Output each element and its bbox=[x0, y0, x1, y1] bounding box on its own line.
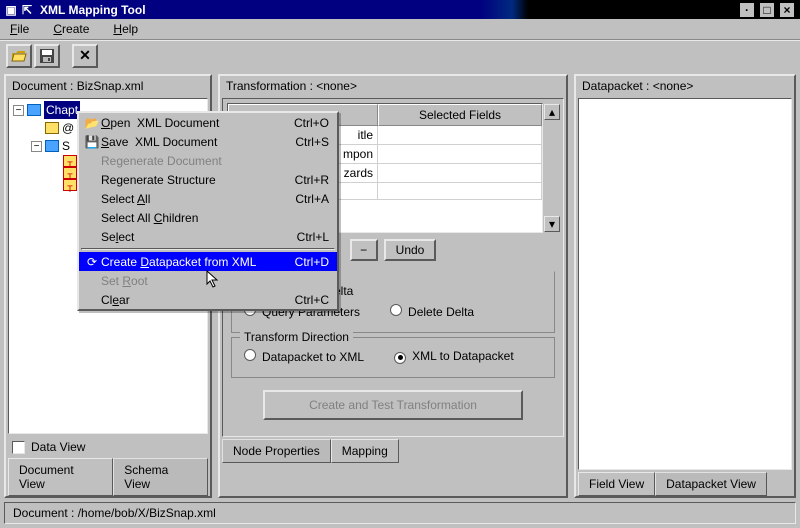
tree-twisty[interactable]: − bbox=[13, 105, 24, 116]
left-tabbar: Document View Schema View bbox=[6, 458, 210, 496]
radio-dp-to-xml[interactable]: Datapacket to XML bbox=[244, 349, 364, 364]
close-tool-button[interactable]: ✕ bbox=[72, 44, 98, 68]
sysmenu-icon[interactable]: ▣ bbox=[4, 3, 18, 17]
open-button[interactable] bbox=[6, 44, 32, 68]
status-text: Document : /home/bob/X/BizSnap.xml bbox=[13, 506, 216, 520]
tree-node-root[interactable]: Chapt bbox=[44, 101, 80, 119]
transform-direction-group: Transform Direction Datapacket to XML XM… bbox=[231, 337, 555, 378]
datapacket-body bbox=[578, 98, 792, 470]
floppy-icon: 💾 bbox=[83, 135, 101, 149]
ctx-clear[interactable]: Clear Ctrl+C bbox=[79, 290, 337, 309]
ctx-regen-doc: Regenerate Document bbox=[79, 151, 337, 170]
text-node-icon: T bbox=[63, 167, 77, 179]
remove-field-button[interactable]: − bbox=[350, 239, 378, 261]
toolbar: ✕ bbox=[0, 40, 800, 70]
undo-button[interactable]: Undo bbox=[384, 239, 437, 261]
group-legend: Transform Direction bbox=[240, 330, 353, 344]
grid-scrollbar[interactable]: ▴ ▾ bbox=[544, 104, 560, 232]
grid-cell[interactable] bbox=[378, 183, 542, 199]
element-icon bbox=[45, 140, 59, 152]
menu-file[interactable]: File bbox=[10, 22, 29, 36]
ctx-select-all[interactable]: Select All Ctrl+A bbox=[79, 189, 337, 208]
create-test-button[interactable]: Create and Test Transformation bbox=[263, 390, 523, 420]
grid-cell[interactable] bbox=[378, 126, 542, 144]
datapacket-panel: Datapacket : <none> Field View Datapacke… bbox=[574, 74, 796, 498]
scroll-down-icon[interactable]: ▾ bbox=[544, 216, 560, 232]
datapacket-panel-title: Datapacket : <none> bbox=[576, 76, 794, 96]
folder-open-icon: 📂 bbox=[83, 116, 101, 130]
ctx-regen-struct[interactable]: Regenerate Structure Ctrl+R bbox=[79, 170, 337, 189]
tab-schema-view[interactable]: Schema View bbox=[113, 458, 208, 496]
tab-field-view[interactable]: Field View bbox=[578, 472, 655, 496]
menu-separator bbox=[81, 248, 335, 250]
grid-cell[interactable] bbox=[378, 145, 542, 163]
ctx-create-datapacket[interactable]: ⟳ Create Datapacket from XML Ctrl+D bbox=[79, 252, 337, 271]
element-icon bbox=[27, 104, 41, 116]
grid-cell[interactable] bbox=[378, 164, 542, 182]
tab-node-properties[interactable]: Node Properties bbox=[222, 439, 331, 463]
menu-help[interactable]: Help bbox=[113, 22, 138, 36]
x-icon: ✕ bbox=[79, 47, 91, 64]
floppy-icon bbox=[40, 49, 54, 63]
scroll-up-icon[interactable]: ▴ bbox=[544, 104, 560, 120]
titlebar: ▣ ⇱ XML Mapping Tool · □ × bbox=[0, 0, 800, 19]
tree-twisty[interactable]: − bbox=[31, 141, 42, 152]
tab-document-view[interactable]: Document View bbox=[8, 458, 113, 496]
ctx-set-root: Set Root bbox=[79, 271, 337, 290]
tree-node-attr[interactable]: @ bbox=[62, 119, 74, 137]
iconify-button[interactable]: · bbox=[740, 3, 754, 17]
right-tabbar: Field View Datapacket View bbox=[576, 472, 794, 496]
mid-tabbar: Node Properties Mapping bbox=[220, 439, 566, 463]
tree-node-s[interactable]: S bbox=[62, 137, 70, 155]
dataview-label: Data View bbox=[31, 440, 85, 454]
ctx-select[interactable]: Select Ctrl+L bbox=[79, 227, 337, 246]
attr-icon bbox=[45, 122, 59, 134]
folder-open-icon bbox=[11, 49, 27, 63]
window-title: XML Mapping Tool bbox=[40, 3, 146, 17]
maximize-button[interactable]: □ bbox=[760, 3, 774, 17]
statusbar: Document : /home/bob/X/BizSnap.xml bbox=[4, 502, 796, 524]
context-menu: 📂 Open XML Document Ctrl+O 💾 Save XML Do… bbox=[77, 111, 339, 311]
close-button[interactable]: × bbox=[780, 3, 794, 17]
dataview-checkbox[interactable] bbox=[12, 441, 25, 454]
transformation-panel-title: Transformation : <none> bbox=[220, 76, 566, 96]
text-node-icon: T bbox=[63, 179, 77, 191]
menu-create[interactable]: Create bbox=[53, 22, 89, 36]
pin-icon[interactable]: ⇱ bbox=[20, 3, 34, 17]
ctx-open-xml[interactable]: 📂 Open XML Document Ctrl+O bbox=[79, 113, 337, 132]
radio-xml-to-dp[interactable]: XML to Datapacket bbox=[394, 349, 514, 364]
document-panel-title: Document : BizSnap.xml bbox=[6, 76, 210, 96]
menubar: File Create Help bbox=[0, 19, 800, 40]
ctx-save-xml[interactable]: 💾 Save XML Document Ctrl+S bbox=[79, 132, 337, 151]
text-node-icon: T bbox=[63, 155, 77, 167]
dataview-toggle-row: Data View bbox=[6, 436, 210, 458]
ctx-select-children[interactable]: Select All Children bbox=[79, 208, 337, 227]
refresh-icon: ⟳ bbox=[83, 255, 101, 269]
tab-datapacket-view[interactable]: Datapacket View bbox=[655, 472, 767, 496]
save-button[interactable] bbox=[34, 44, 60, 68]
tab-mapping[interactable]: Mapping bbox=[331, 439, 399, 463]
radio-delete-delta[interactable]: Delete Delta bbox=[390, 304, 474, 319]
grid-col-selected: Selected Fields bbox=[378, 104, 542, 126]
